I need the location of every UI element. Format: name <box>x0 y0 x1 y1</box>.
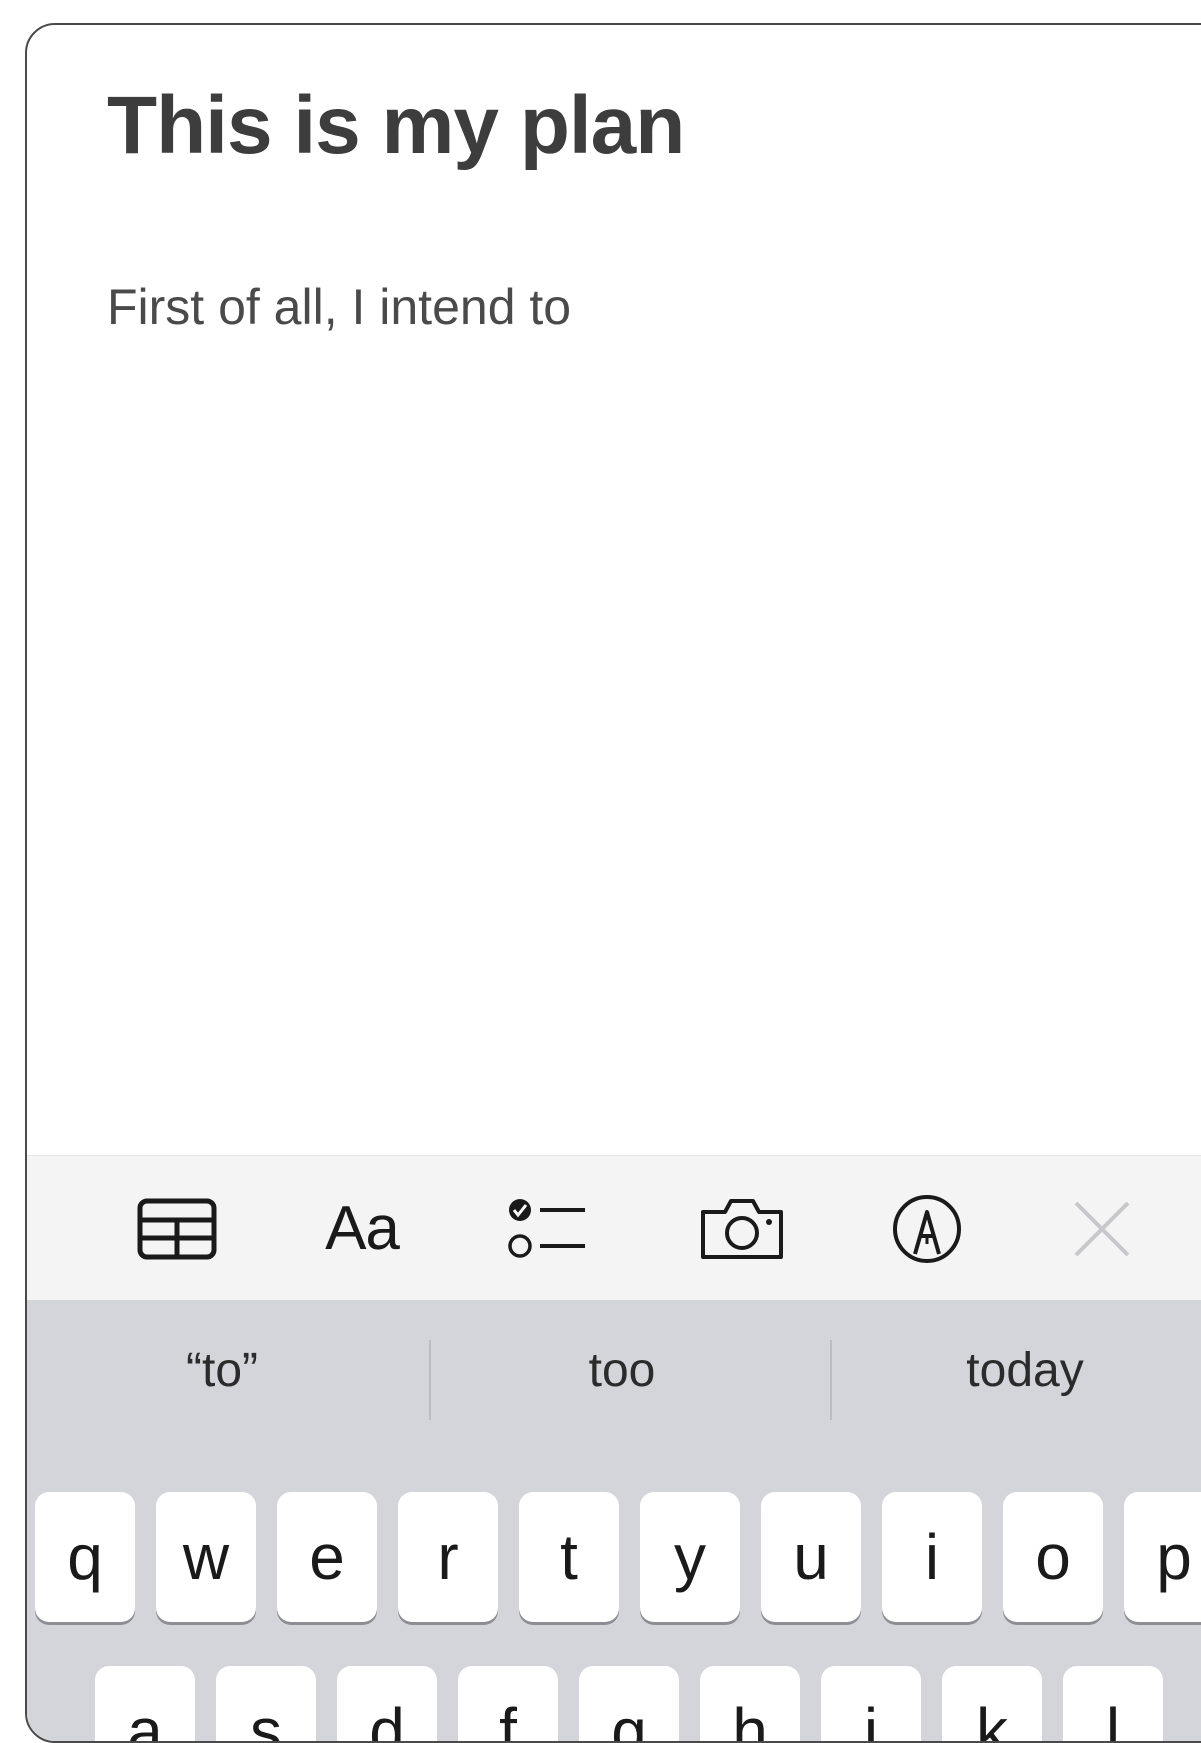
camera-icon <box>701 1198 783 1259</box>
suggestion-divider <box>830 1340 832 1420</box>
suggestion-item[interactable]: today <box>875 1300 1175 1440</box>
key-q[interactable]: q <box>35 1492 135 1622</box>
key-p[interactable]: p <box>1124 1492 1201 1622</box>
table-icon <box>137 1198 217 1259</box>
checklist-button[interactable] <box>502 1156 592 1301</box>
key-u[interactable]: u <box>761 1492 861 1622</box>
keyboard: “to” too today q w e r t y u i o p a s d… <box>27 1300 1201 1741</box>
key-d[interactable]: d <box>337 1666 437 1741</box>
close-toolbar-button[interactable] <box>1067 1156 1137 1301</box>
table-button[interactable] <box>132 1156 222 1301</box>
suggestion-bar: “to” too today <box>27 1300 1201 1440</box>
suggestion-item[interactable]: “to” <box>72 1300 372 1440</box>
key-r[interactable]: r <box>398 1492 498 1622</box>
key-k[interactable]: k <box>942 1666 1042 1741</box>
key-i[interactable]: i <box>882 1492 982 1622</box>
key-g[interactable]: g <box>579 1666 679 1741</box>
markup-pen-icon <box>893 1194 961 1263</box>
note-title[interactable]: This is my plan <box>107 77 685 175</box>
key-e[interactable]: e <box>277 1492 377 1622</box>
suggestion-divider <box>429 1340 431 1420</box>
notes-device-frame: This is my plan First of all, I intend t… <box>25 23 1201 1743</box>
text-format-icon: Aa <box>325 1194 400 1263</box>
key-f[interactable]: f <box>458 1666 558 1741</box>
text-format-button[interactable]: Aa <box>312 1156 412 1301</box>
close-icon <box>1074 1201 1130 1256</box>
key-w[interactable]: w <box>156 1492 256 1622</box>
key-s[interactable]: s <box>216 1666 316 1741</box>
key-o[interactable]: o <box>1003 1492 1103 1622</box>
key-a[interactable]: a <box>95 1666 195 1741</box>
key-t[interactable]: t <box>519 1492 619 1622</box>
key-j[interactable]: j <box>821 1666 921 1741</box>
key-h[interactable]: h <box>700 1666 800 1741</box>
checklist-icon <box>508 1198 585 1258</box>
key-y[interactable]: y <box>640 1492 740 1622</box>
key-l[interactable]: l <box>1063 1666 1163 1741</box>
format-toolbar: Aa <box>27 1155 1201 1300</box>
note-body-text[interactable]: First of all, I intend to <box>107 277 571 337</box>
suggestion-item[interactable]: too <box>472 1300 772 1440</box>
camera-button[interactable] <box>692 1156 792 1301</box>
markup-button[interactable] <box>882 1156 972 1301</box>
